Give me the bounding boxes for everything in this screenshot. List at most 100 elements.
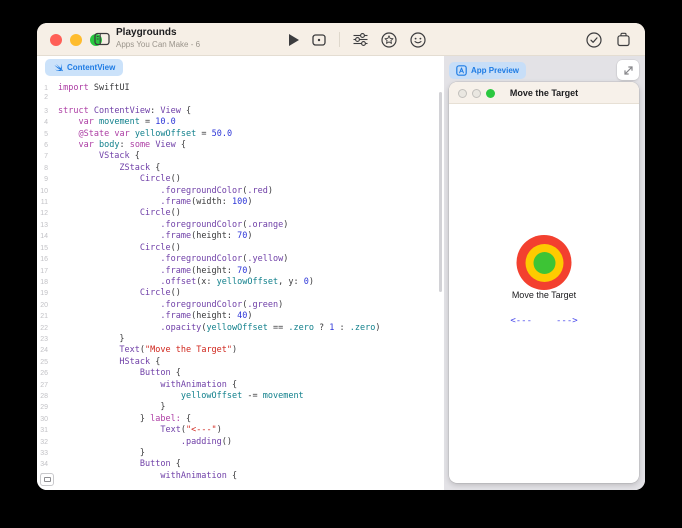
contentview-pill-label: ContentView xyxy=(67,63,115,72)
code-text: .opacity(yellowOffset == .zero ? 1 : .ze… xyxy=(58,323,381,334)
code-text: var movement = 10.0 xyxy=(58,117,176,128)
live-view-icon[interactable] xyxy=(312,34,326,46)
code-line[interactable]: 15 Circle() xyxy=(37,243,444,254)
code-line[interactable]: 16 .foregroundColor(.yellow) xyxy=(37,254,444,265)
code-line[interactable]: 19 Circle() xyxy=(37,288,444,299)
code-line[interactable]: 26 Button { xyxy=(37,368,444,379)
code-text: import SwiftUI xyxy=(58,83,130,94)
line-number: 23 xyxy=(37,336,58,343)
code-lines: 1import SwiftUI23struct ContentView: Vie… xyxy=(37,83,444,482)
code-text: VStack { xyxy=(58,151,140,162)
line-number: 27 xyxy=(37,382,58,389)
code-line[interactable]: 27 withAnimation { xyxy=(37,380,444,391)
code-line[interactable]: 33 } xyxy=(37,448,444,459)
character-face-icon[interactable] xyxy=(410,32,426,48)
app-preview-pill: App Preview xyxy=(449,62,526,79)
target-outer-circle xyxy=(517,235,572,290)
preview-window-titlebar: Move the Target xyxy=(449,82,639,104)
code-text: Circle() xyxy=(58,243,181,254)
run-play-icon[interactable] xyxy=(289,34,299,46)
preview-panel: App Preview xyxy=(444,56,645,490)
code-text: .foregroundColor(.red) xyxy=(58,186,273,197)
line-number: 13 xyxy=(37,222,58,229)
code-line[interactable]: 31 Text("<---") xyxy=(37,425,444,436)
code-line[interactable]: 3struct ContentView: View { xyxy=(37,106,444,117)
expand-preview-button[interactable] xyxy=(617,60,639,80)
module-icon xyxy=(44,477,51,482)
arrow-buttons-row: <--- ---> xyxy=(449,316,639,326)
line-number: 17 xyxy=(37,268,58,275)
editor-corner-button[interactable] xyxy=(40,473,54,486)
line-number: 28 xyxy=(37,393,58,400)
code-text: HStack { xyxy=(58,357,160,368)
code-text: ZStack { xyxy=(58,163,160,174)
code-text: .frame(height: 70) xyxy=(58,231,253,242)
code-editor[interactable]: ContentView 1import SwiftUI23struct Cont… xyxy=(37,56,444,490)
code-text: Button { xyxy=(58,368,181,379)
toolbar-divider xyxy=(339,32,340,47)
titlebar: Playgrounds Apps You Can Make - 6 xyxy=(37,23,645,56)
adjustments-icon[interactable] xyxy=(353,33,368,46)
code-line[interactable]: 5 @State var yellowOffset = 50.0 xyxy=(37,129,444,140)
line-number: 20 xyxy=(37,302,58,309)
line-number: 9 xyxy=(37,176,58,183)
code-line[interactable]: 4 var movement = 10.0 xyxy=(37,117,444,128)
code-line[interactable]: 6 var body: some View { xyxy=(37,140,444,151)
code-line[interactable]: 14 .frame(height: 70) xyxy=(37,231,444,242)
code-line[interactable]: 21 .frame(height: 40) xyxy=(37,311,444,322)
delete-box-icon[interactable] xyxy=(616,32,631,47)
code-line[interactable]: 29 } xyxy=(37,402,444,413)
content-split: ContentView 1import SwiftUI23struct Cont… xyxy=(37,56,645,490)
line-number: 10 xyxy=(37,188,58,195)
app-preview-pill-label: App Preview xyxy=(471,66,519,75)
minimize-button[interactable] xyxy=(70,34,82,46)
code-line[interactable]: 13 .foregroundColor(.orange) xyxy=(37,220,444,231)
target-core-circle xyxy=(533,252,555,274)
code-text: .foregroundColor(.orange) xyxy=(58,220,288,231)
code-text: .frame(height: 40) xyxy=(58,311,253,322)
code-line[interactable]: 22 .opacity(yellowOffset == .zero ? 1 : … xyxy=(37,323,444,334)
sidebar-toggle-icon[interactable] xyxy=(94,32,110,46)
code-line[interactable]: 7 VStack { xyxy=(37,151,444,162)
code-line[interactable]: 2 xyxy=(37,94,444,105)
code-text: var body: some View { xyxy=(58,140,186,151)
line-number: 7 xyxy=(37,153,58,160)
contentview-pill[interactable]: ContentView xyxy=(45,59,123,76)
document-subtitle: Apps You Can Make - 6 xyxy=(116,40,200,49)
code-line[interactable]: 20 .foregroundColor(.green) xyxy=(37,300,444,311)
code-text: struct ContentView: View { xyxy=(58,106,191,117)
code-line[interactable]: 1import SwiftUI xyxy=(37,83,444,94)
preview-window-content: Move the Target <--- ---> xyxy=(449,104,639,482)
app-preview-window: Move the Target Move the Target <--- ---… xyxy=(449,82,639,483)
move-right-button[interactable]: ---> xyxy=(556,316,578,326)
code-line[interactable]: 17 .frame(height: 70) xyxy=(37,266,444,277)
line-number: 4 xyxy=(37,119,58,126)
code-line[interactable]: 32 .padding() xyxy=(37,437,444,448)
code-line[interactable]: 9 Circle() xyxy=(37,174,444,185)
code-line[interactable]: 24 Text("Move the Target") xyxy=(37,345,444,356)
code-line[interactable]: 8 ZStack { xyxy=(37,163,444,174)
code-line[interactable]: 30 } label: { xyxy=(37,414,444,425)
code-line[interactable]: 12 Circle() xyxy=(37,208,444,219)
line-number: 14 xyxy=(37,233,58,240)
code-line[interactable]: 28 yellowOffset -= movement xyxy=(37,391,444,402)
target-label: Move the Target xyxy=(449,290,639,300)
editor-scrollbar[interactable] xyxy=(439,92,442,292)
code-line[interactable]: 25 HStack { xyxy=(37,357,444,368)
code-text: Text("Move the Target") xyxy=(58,345,237,356)
code-text: Circle() xyxy=(58,288,181,299)
code-line[interactable]: 23 } xyxy=(37,334,444,345)
code-line[interactable]: 18 .offset(x: yellowOffset, y: 0) xyxy=(37,277,444,288)
move-left-button[interactable]: <--- xyxy=(510,316,532,326)
code-line[interactable]: 34 Button { xyxy=(37,459,444,470)
star-circle-icon[interactable] xyxy=(381,32,397,48)
code-text: .foregroundColor(.green) xyxy=(58,300,283,311)
line-number: 29 xyxy=(37,404,58,411)
code-line[interactable]: 11 .frame(width: 100) xyxy=(37,197,444,208)
code-text: Circle() xyxy=(58,208,181,219)
code-text: yellowOffset -= movement xyxy=(58,391,304,402)
verify-check-icon[interactable] xyxy=(586,32,602,48)
code-line[interactable]: 10 .foregroundColor(.red) xyxy=(37,186,444,197)
code-line[interactable]: 35 withAnimation { xyxy=(37,471,444,482)
close-button[interactable] xyxy=(50,34,62,46)
